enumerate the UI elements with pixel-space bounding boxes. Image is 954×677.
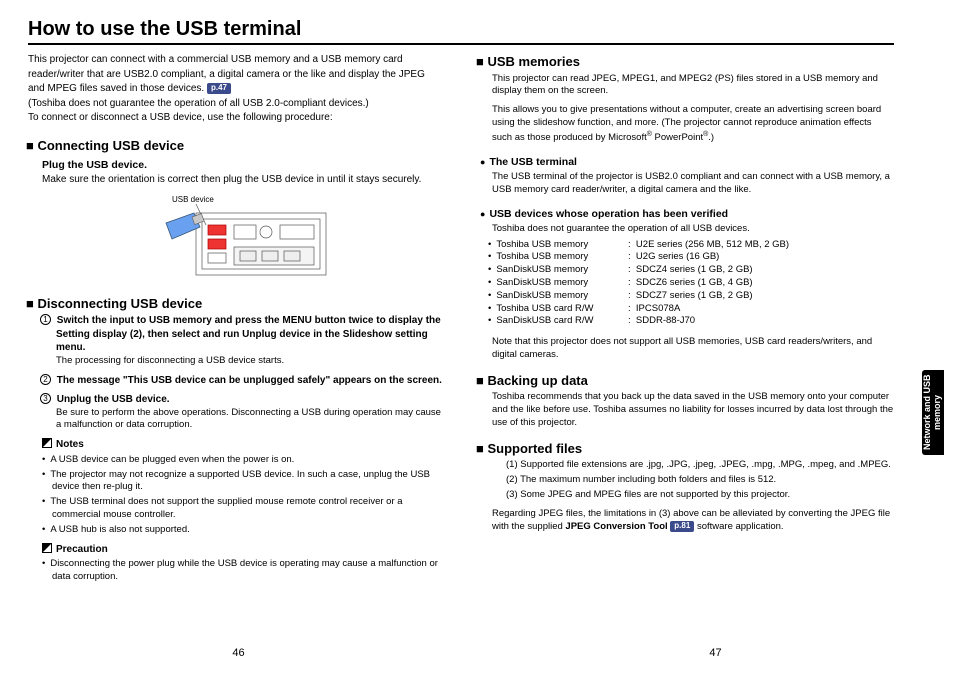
verified-lead: Toshiba does not guarantee the operation… (492, 223, 894, 236)
step-1: 1 Switch the input to USB memory and pre… (56, 314, 444, 367)
step-3: 3 Unplug the USB device. Be sure to perf… (56, 393, 444, 432)
intro-line: (Toshiba does not guarantee the operatio… (28, 97, 444, 111)
precaution-item: Disconnecting the power plug while the U… (52, 558, 444, 584)
usb-terminal-heading: The USB terminal (480, 155, 894, 169)
page-number-right: 47 (477, 647, 954, 659)
table-row: SanDiskUSB card R/WSDDR-88-J70 (498, 315, 894, 328)
intro-line: and MPEG files saved in those devices. p… (28, 82, 444, 96)
device-detail: IPCS078A (628, 303, 680, 316)
page-ref-badge: p.81 (670, 521, 694, 532)
step-1-text: Switch the input to USB memory and press… (56, 315, 441, 353)
usb-device-figure: USB device (136, 195, 336, 285)
page-numbers: 46 47 (0, 647, 954, 659)
step-2-text: The message "This USB device can be unpl… (57, 375, 442, 386)
section-usb-memories: ■ USB memories (476, 53, 894, 71)
section-supported: ■ Supported files (476, 440, 894, 458)
step-1-note: The processing for disconnecting a USB d… (56, 355, 444, 368)
notes-list: A USB device can be plugged even when th… (52, 454, 444, 537)
connecting-sub: Plug the USB device. (42, 158, 444, 172)
notes-heading: Notes (42, 438, 444, 452)
device-name: Toshiba USB memory (498, 239, 628, 252)
device-detail: SDCZ4 series (1 GB, 2 GB) (628, 264, 753, 277)
table-row: Toshiba USB card R/WIPCS078A (498, 303, 894, 316)
precaution-list: Disconnecting the power plug while the U… (52, 558, 444, 584)
connecting-text: Make sure the orientation is correct the… (42, 173, 444, 187)
section-disconnecting: ■ Disconnecting USB device (26, 295, 444, 313)
figure-label: USB device (172, 195, 214, 206)
step-2: 2 The message "This USB device can be un… (56, 374, 444, 388)
precaution-heading: Precaution (42, 543, 444, 557)
device-name: Toshiba USB card R/W (498, 303, 628, 316)
verified-device-table: Toshiba USB memoryU2E series (256 MB, 51… (498, 239, 894, 329)
note-item: The USB terminal does not support the su… (52, 496, 444, 522)
table-row: SanDiskUSB memorySDCZ4 series (1 GB, 2 G… (498, 264, 894, 277)
step-number-icon: 2 (40, 374, 51, 385)
note-item: A USB hub is also not supported. (52, 524, 444, 537)
usbmem-p2: This allows you to give presentations wi… (492, 104, 894, 145)
step-3-note: Be sure to perform the above operations.… (56, 407, 444, 433)
page-number-left: 46 (0, 647, 477, 659)
text-frag: .) (708, 132, 714, 143)
text-frag: PowerPoint (652, 132, 703, 143)
supported-tail: Regarding JPEG files, the limitations in… (492, 508, 894, 534)
step-3-text: Unplug the USB device. (57, 394, 170, 405)
device-name: Toshiba USB memory (498, 251, 628, 264)
step-number-icon: 1 (40, 314, 51, 325)
verified-note: Note that this projector does not suppor… (492, 336, 894, 362)
tool-name: JPEG Conversion Tool (565, 521, 667, 532)
section-backup: ■ Backing up data (476, 372, 894, 390)
left-column: This projector can connect with a commer… (28, 53, 444, 586)
note-item: The projector may not recognize a suppor… (52, 469, 444, 495)
device-detail: U2G series (16 GB) (628, 251, 719, 264)
step-number-icon: 3 (40, 393, 51, 404)
right-column: ■ USB memories This projector can read J… (478, 53, 894, 586)
device-detail: SDCZ6 series (1 GB, 4 GB) (628, 277, 753, 290)
page-title: How to use the USB terminal (28, 18, 894, 45)
section-connecting: ■ Connecting USB device (26, 137, 444, 155)
intro-line: reader/writer that are USB2.0 compliant,… (28, 68, 444, 82)
text-frag: software application. (694, 521, 783, 532)
table-row: SanDiskUSB memorySDCZ7 series (1 GB, 2 G… (498, 290, 894, 303)
device-detail: U2E series (256 MB, 512 MB, 2 GB) (628, 239, 789, 252)
supported-item: (3) Some JPEG and MPEG files are not sup… (506, 489, 894, 502)
page-ref-badge: p.47 (207, 83, 231, 94)
device-name: SanDiskUSB memory (498, 277, 628, 290)
table-row: Toshiba USB memoryU2G series (16 GB) (498, 251, 894, 264)
intro-line: This projector can connect with a commer… (28, 53, 444, 67)
backup-text: Toshiba recommends that you back up the … (492, 391, 894, 429)
table-row: SanDiskUSB memorySDCZ6 series (1 GB, 4 G… (498, 277, 894, 290)
supported-list: (1) Supported file extensions are .jpg, … (506, 459, 894, 501)
device-name: SanDiskUSB memory (498, 264, 628, 277)
note-item: A USB device can be plugged even when th… (52, 454, 444, 467)
device-name: SanDiskUSB memory (498, 290, 628, 303)
verified-heading: USB devices whose operation has been ver… (480, 207, 894, 221)
intro-text: This projector can connect with a commer… (28, 53, 444, 125)
table-row: Toshiba USB memoryU2E series (256 MB, 51… (498, 239, 894, 252)
intro-line: To connect or disconnect a USB device, u… (28, 111, 444, 125)
intro-text-frag: and MPEG files saved in those devices. (28, 83, 207, 94)
device-detail: SDCZ7 series (1 GB, 2 GB) (628, 290, 753, 303)
usbmem-p1: This projector can read JPEG, MPEG1, and… (492, 73, 894, 99)
section-tab: Network and USB memory (922, 370, 944, 455)
supported-item: (2) The maximum number including both fo… (506, 474, 894, 487)
supported-item: (1) Supported file extensions are .jpg, … (506, 459, 894, 472)
device-name: SanDiskUSB card R/W (498, 315, 628, 328)
usb-terminal-text: The USB terminal of the projector is USB… (492, 171, 894, 197)
device-detail: SDDR-88-J70 (628, 315, 695, 328)
